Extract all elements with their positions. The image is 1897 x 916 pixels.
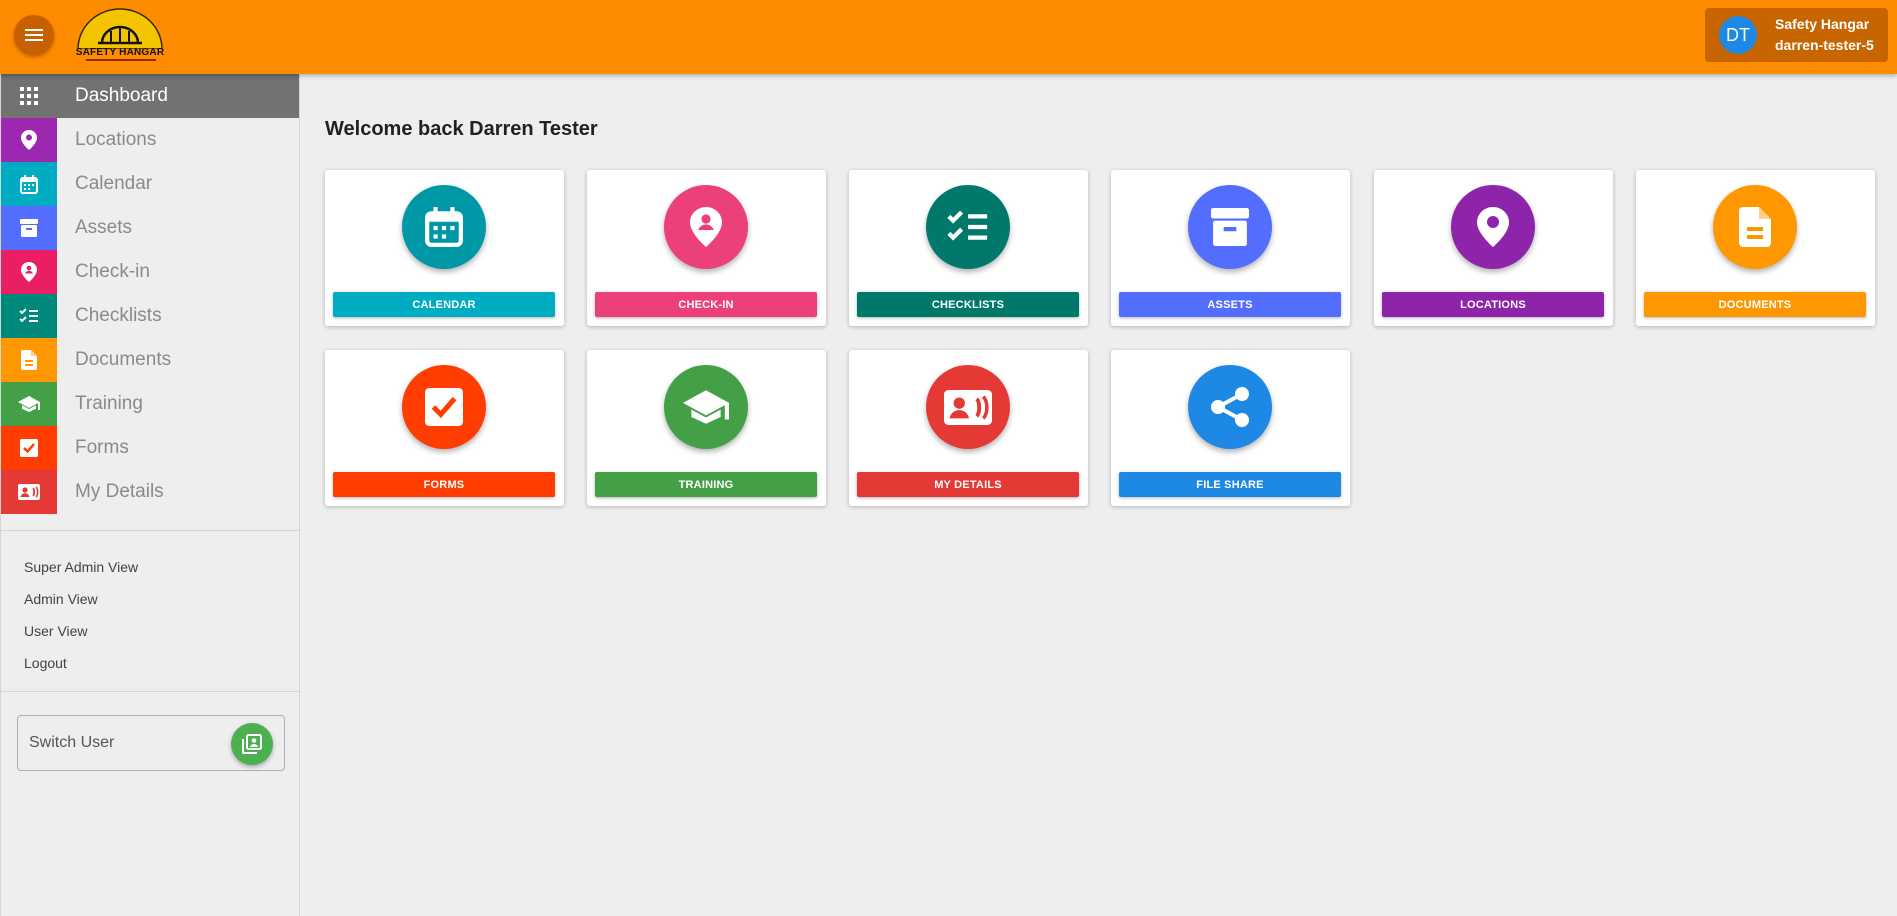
tile-calendar[interactable]: CALENDAR — [325, 170, 564, 326]
logo-wordmark: SAFETY HANGAR — [75, 47, 165, 58]
tile-check-in[interactable]: CHECK-IN — [587, 170, 826, 326]
sidebar-item-check-in[interactable]: Check-in — [1, 250, 299, 294]
checkin-pin-icon — [664, 185, 748, 269]
sidebar-item-checklists[interactable]: Checklists — [1, 294, 299, 338]
grid-icon — [1, 74, 57, 118]
sidebar: Dashboard Locations Calendar Assets Chec… — [0, 74, 300, 916]
sidebar-item-label: Forms — [75, 437, 129, 458]
hamburger-icon — [24, 27, 44, 43]
map-pin-icon — [1451, 185, 1535, 269]
org-name: Safety Hangar — [1775, 16, 1870, 32]
assets-button[interactable]: ASSETS — [1119, 292, 1341, 317]
menu-button[interactable] — [14, 15, 54, 55]
sidebar-item-label: Calendar — [75, 173, 153, 194]
checklist-icon — [926, 185, 1010, 269]
sidebar-item-documents[interactable]: Documents — [1, 338, 299, 382]
sidebar-item-label: Checklists — [75, 305, 162, 326]
contact-card-icon — [1, 470, 57, 514]
graduation-cap-icon — [1, 382, 57, 426]
sidebar-item-assets[interactable]: Assets — [1, 206, 299, 250]
share-icon — [1188, 365, 1272, 449]
switch-user-button[interactable] — [231, 723, 273, 765]
top-app-bar: SAFETY HANGAR DT Safety Hangar darren-te… — [0, 0, 1897, 74]
sidebar-item-calendar[interactable]: Calendar — [1, 162, 299, 206]
tile-locations[interactable]: LOCATIONS — [1374, 170, 1613, 326]
archive-box-icon — [1188, 185, 1272, 269]
checkbox-icon — [1, 426, 57, 470]
sidebar-item-label: My Details — [75, 481, 164, 502]
sidebar-item-label: Documents — [75, 349, 172, 370]
tile-checklists[interactable]: CHECKLISTS — [849, 170, 1088, 326]
graduation-cap-icon — [664, 365, 748, 449]
tile-training[interactable]: TRAINING — [587, 350, 826, 506]
user-account-chip[interactable]: DT Safety Hangar darren-tester-5 — [1705, 8, 1888, 62]
forms-button[interactable]: FORMS — [333, 472, 555, 497]
safety-hangar-logo[interactable]: SAFETY HANGAR — [74, 5, 166, 65]
tile-my-details[interactable]: MY DETAILS — [849, 350, 1088, 506]
sidebar-item-training[interactable]: Training — [1, 382, 299, 426]
sidebar-item-forms[interactable]: Forms — [1, 426, 299, 470]
checkbox-icon — [402, 365, 486, 449]
sidebar-item-label: Check-in — [75, 261, 150, 282]
documents-button[interactable]: DOCUMENTS — [1644, 292, 1866, 317]
switch-user-field[interactable]: Switch User — [17, 715, 285, 771]
welcome-heading: Welcome back Darren Tester — [325, 118, 598, 140]
avatar: DT — [1719, 16, 1757, 54]
document-icon — [1, 338, 57, 382]
tile-assets[interactable]: ASSETS — [1111, 170, 1350, 326]
switch-account-icon — [242, 734, 262, 754]
contact-card-icon — [926, 365, 1010, 449]
user-view-link[interactable]: User View — [1, 615, 299, 647]
my-details-button[interactable]: MY DETAILS — [857, 472, 1079, 497]
sidebar-divider — [1, 691, 299, 692]
calendar-icon — [1, 162, 57, 206]
sidebar-item-label: Dashboard — [75, 85, 168, 106]
locations-button[interactable]: LOCATIONS — [1382, 292, 1604, 317]
archive-box-icon — [1, 206, 57, 250]
sidebar-item-dashboard[interactable]: Dashboard — [1, 74, 299, 118]
switch-user-label: Switch User — [29, 734, 115, 751]
tile-forms[interactable]: FORMS — [325, 350, 564, 506]
file-share-button[interactable]: FILE SHARE — [1119, 472, 1341, 497]
map-pin-icon — [1, 118, 57, 162]
checkin-pin-icon — [1, 250, 57, 294]
check-in-button[interactable]: CHECK-IN — [595, 292, 817, 317]
training-button[interactable]: TRAINING — [595, 472, 817, 497]
sidebar-item-label: Training — [75, 393, 143, 414]
calendar-icon — [402, 185, 486, 269]
sidebar-item-label: Locations — [75, 129, 157, 150]
sidebar-item-label: Assets — [75, 217, 133, 238]
username: darren-tester-5 — [1775, 37, 1874, 53]
sidebar-item-my-details[interactable]: My Details — [1, 470, 299, 514]
logo-underline — [86, 59, 156, 61]
logout-link[interactable]: Logout — [1, 647, 299, 679]
admin-view-link[interactable]: Admin View — [1, 583, 299, 615]
super-admin-view-link[interactable]: Super Admin View — [1, 551, 299, 583]
calendar-button[interactable]: CALENDAR — [333, 292, 555, 317]
tile-file-share[interactable]: FILE SHARE — [1111, 350, 1350, 506]
checklists-button[interactable]: CHECKLISTS — [857, 292, 1079, 317]
tile-documents[interactable]: DOCUMENTS — [1636, 170, 1875, 326]
document-icon — [1713, 185, 1797, 269]
checklist-icon — [1, 294, 57, 338]
sidebar-item-locations[interactable]: Locations — [1, 118, 299, 162]
